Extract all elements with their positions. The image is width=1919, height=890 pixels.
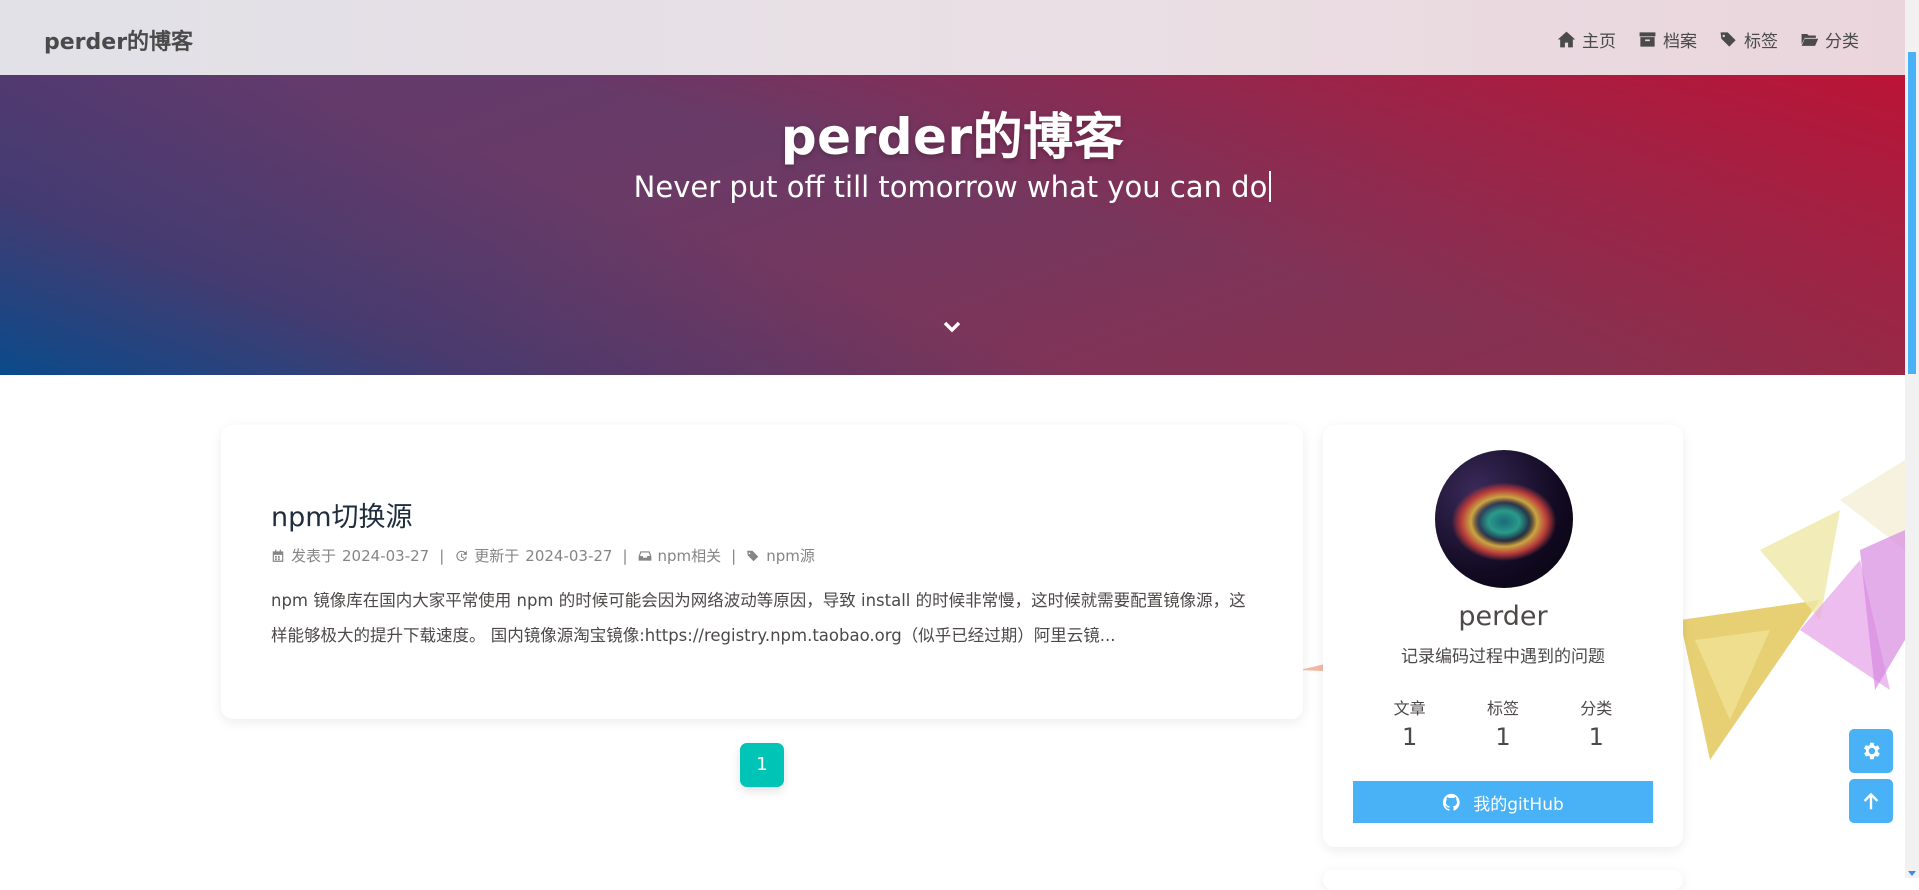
nav-item-label: 分类 — [1825, 32, 1859, 52]
meta-separator: | — [731, 546, 737, 565]
site-subtitle: Never put off till tomorrow what you can… — [0, 170, 1905, 204]
scrollbar-down-arrow[interactable] — [1908, 871, 1916, 876]
site-title: perder的博客 — [780, 108, 1125, 166]
post-category-link[interactable]: npm相关 — [658, 545, 722, 566]
stat-articles[interactable]: 文章 1 — [1370, 695, 1450, 751]
nav-item-tags[interactable]: 标签 — [1719, 27, 1778, 52]
home-icon — [1557, 31, 1576, 48]
stat-label: 分类 — [1580, 699, 1613, 718]
settings-icon — [1864, 742, 1880, 760]
profile-name: perder — [1458, 601, 1548, 632]
published-date: 2024-03-27 — [342, 546, 430, 565]
nav-item-label: 主页 — [1582, 32, 1616, 52]
avatar[interactable] — [1435, 450, 1573, 588]
scroll-down-button[interactable] — [940, 315, 964, 339]
hero-banner: perder的博客 Never put off till tomorrow wh… — [0, 75, 1905, 375]
history-icon — [456, 550, 468, 561]
published-label: 发表于 — [291, 547, 337, 565]
stat-value: 1 — [1588, 723, 1604, 751]
top-navbar: perder的博客 主页 档案 标签 分类 — [0, 0, 1905, 75]
post-excerpt: npm 镜像库在国内大家平常使用 npm 的时候可能会因为网络波动等原因，导致 … — [271, 591, 1246, 645]
stat-categories[interactable]: 分类 1 — [1556, 695, 1636, 751]
stat-tags[interactable]: 标签 1 — [1463, 695, 1543, 751]
calendar-icon — [272, 549, 284, 562]
tags-icon — [1720, 32, 1736, 47]
meta-separator: | — [439, 546, 445, 565]
chevron-down-icon — [943, 321, 961, 333]
github-button[interactable]: 我的gitHub — [1353, 781, 1653, 823]
stat-value: 1 — [1495, 723, 1511, 751]
archive-icon — [1639, 32, 1656, 47]
typing-cursor — [1269, 171, 1272, 202]
inbox-icon — [638, 550, 651, 561]
updated-date: 2024-03-27 — [525, 546, 613, 565]
post-title[interactable]: npm切换源 — [271, 495, 413, 534]
profile-card: perder 记录编码过程中遇到的问题 文章 1 标签 1 分类 1 我的git… — [1323, 425, 1683, 847]
nav-item-archive[interactable]: 档案 — [1638, 27, 1697, 52]
scrollbar-thumb[interactable] — [1908, 52, 1916, 374]
post-meta: 发表于 2024-03-27 | 更新于 2024-03-27 | npm相关 … — [271, 545, 815, 566]
updated-label: 更新于 — [474, 547, 520, 565]
folder-open-icon — [1801, 33, 1819, 46]
stat-value: 1 — [1402, 723, 1418, 751]
next-sidebar-card — [1323, 870, 1683, 890]
meta-separator: | — [622, 546, 628, 565]
pagination-current-page[interactable]: 1 — [740, 743, 784, 787]
stat-label: 文章 — [1393, 699, 1426, 718]
post-card: npm切换源 发表于 2024-03-27 | 更新于 2024-03-27 |… — [221, 425, 1303, 719]
nav-item-home[interactable]: 主页 — [1557, 27, 1616, 52]
post-tag-link[interactable]: npm源 — [766, 545, 815, 566]
nav-item-label: 档案 — [1663, 32, 1697, 52]
nav-menu: 主页 档案 标签 分类 — [1557, 27, 1859, 52]
profile-stats: 文章 1 标签 1 分类 1 — [1323, 695, 1683, 751]
nav-item-label: 标签 — [1744, 32, 1778, 52]
back-to-top-button[interactable] — [1849, 779, 1893, 823]
subtitle-text: Never put off till tomorrow what you can… — [633, 170, 1268, 204]
tag-icon — [747, 550, 759, 561]
arrow-up-icon — [1863, 792, 1879, 810]
github-icon — [1443, 793, 1460, 811]
github-button-label: 我的gitHub — [1473, 794, 1564, 815]
nav-item-categories[interactable]: 分类 — [1800, 27, 1859, 52]
site-brand[interactable]: perder的博客 — [44, 24, 193, 56]
page-scrollbar[interactable] — [1905, 0, 1919, 878]
stat-label: 标签 — [1486, 699, 1519, 718]
settings-button[interactable] — [1849, 729, 1893, 773]
profile-description: 记录编码过程中遇到的问题 — [1401, 647, 1605, 667]
